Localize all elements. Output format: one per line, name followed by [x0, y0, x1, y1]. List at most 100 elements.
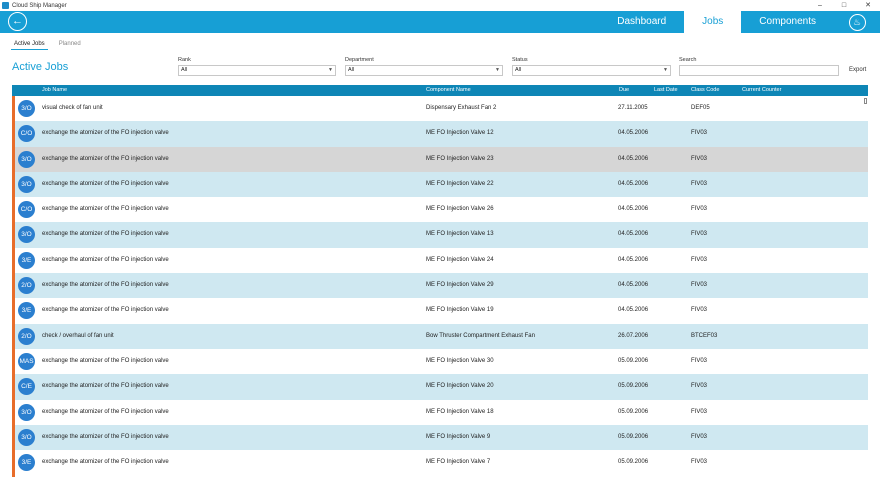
- component-name-cell: ME FO Injection Valve 7: [426, 459, 491, 466]
- rank-badge: MAS: [18, 352, 35, 370]
- col-job-name[interactable]: Job Name: [42, 87, 67, 93]
- table-row[interactable]: MAS exchange the atomizer of the FO injec…: [15, 349, 868, 374]
- col-class-code[interactable]: Class Code: [691, 87, 719, 93]
- nav-tabs: Dashboard Jobs Components ♨: [599, 11, 880, 33]
- minimize-icon[interactable]: –: [808, 0, 832, 11]
- component-name-cell: ME FO Injection Valve 24: [426, 256, 494, 263]
- due-cell: 05.09.2006: [618, 459, 649, 466]
- job-name-cell: exchange the atomizer of the FO injectio…: [42, 307, 169, 314]
- title-bar: Cloud Ship Manager – □ ✕: [0, 0, 880, 11]
- job-name-cell: exchange the atomizer of the FO injectio…: [42, 206, 169, 213]
- search-label: Search: [679, 57, 697, 63]
- col-component-name[interactable]: Component Name: [426, 87, 471, 93]
- due-cell: 04.05.2006: [618, 155, 649, 162]
- rank-badge: 3/O: [18, 428, 35, 446]
- class-code-cell: FIV03: [691, 231, 708, 238]
- col-current-counter[interactable]: Current Counter: [742, 87, 781, 93]
- due-cell: 27.11.2005: [618, 105, 648, 111]
- due-cell: 04.05.2006: [618, 256, 649, 263]
- status-filter: Status All ▼: [512, 57, 671, 76]
- due-cell: 04.05.2006: [618, 206, 649, 213]
- table-row[interactable]: 3/E exchange the atomizer of the FO injec…: [15, 248, 868, 273]
- search-input[interactable]: [679, 65, 839, 76]
- sub-tabs: Active Jobs Planned: [11, 41, 92, 50]
- department-select[interactable]: All ▼: [345, 65, 503, 76]
- tab-dashboard[interactable]: Dashboard: [599, 11, 684, 33]
- component-name-cell: ME FO Injection Valve 22: [426, 180, 494, 187]
- jobs-table: Job Name Component Name Due Last Date Cl…: [12, 85, 868, 477]
- table-row[interactable]: 3/O exchange the atomizer of the FO injec…: [15, 400, 868, 425]
- rank-badge: 3/E: [18, 302, 35, 320]
- component-name-cell: ME FO Injection Valve 12: [426, 130, 494, 137]
- due-cell: 05.09.2006: [618, 408, 649, 415]
- job-name-cell: exchange the atomizer of the FO injectio…: [42, 408, 169, 415]
- rank-badge: 3/O: [18, 175, 35, 193]
- subtab-planned[interactable]: Planned: [56, 41, 84, 50]
- back-button[interactable]: ←: [8, 12, 27, 31]
- job-name-cell: exchange the atomizer of the FO injectio…: [42, 231, 169, 238]
- class-code-cell: FIV03: [691, 282, 708, 289]
- job-name-cell: exchange the atomizer of the FO injectio…: [42, 130, 169, 137]
- arrow-left-icon: ←: [12, 15, 23, 27]
- close-icon[interactable]: ✕: [856, 0, 880, 11]
- export-button[interactable]: Export: [849, 67, 866, 73]
- table-row[interactable]: 3/O exchange the atomizer of the FO injec…: [15, 146, 868, 172]
- subtab-active-jobs[interactable]: Active Jobs: [11, 41, 48, 50]
- table-row[interactable]: C/E exchange the atomizer of the FO injec…: [15, 374, 868, 400]
- table-row[interactable]: 3/E exchange the atomizer of the FO injec…: [15, 298, 868, 323]
- job-name-cell: exchange the atomizer of the FO injectio…: [42, 256, 169, 263]
- class-code-cell: DEF05: [691, 105, 710, 111]
- app-icon: [2, 2, 9, 9]
- table-row[interactable]: C/O exchange the atomizer of the FO injec…: [15, 121, 868, 147]
- rank-value: All: [181, 67, 188, 73]
- due-cell: 05.09.2006: [618, 433, 649, 440]
- component-name-cell: ME FO Injection Valve 9: [426, 433, 491, 440]
- rank-label: Rank: [178, 57, 191, 63]
- class-code-cell: FIV03: [691, 459, 708, 466]
- class-code-cell: FIV03: [691, 383, 708, 390]
- tab-components[interactable]: Components: [741, 11, 834, 33]
- due-cell: 04.05.2006: [618, 231, 649, 238]
- job-name-cell: exchange the atomizer of the FO injectio…: [42, 282, 169, 289]
- notifications-button[interactable]: ♨: [834, 11, 880, 33]
- scrollbar[interactable]: [863, 96, 868, 477]
- component-name-cell: ME FO Injection Valve 19: [426, 307, 494, 314]
- class-code-cell: FIV03: [691, 180, 708, 187]
- table-row[interactable]: 2/O exchange the atomizer of the FO injec…: [15, 273, 868, 299]
- maximize-icon[interactable]: □: [832, 0, 856, 11]
- job-name-cell: exchange the atomizer of the FO injectio…: [42, 459, 169, 466]
- col-due[interactable]: Due: [619, 87, 629, 93]
- due-cell: 26.07.2006: [618, 332, 649, 339]
- job-name-cell: exchange the atomizer of the FO injectio…: [42, 155, 169, 162]
- table-row[interactable]: 3/E exchange the atomizer of the FO injec…: [15, 450, 868, 475]
- rank-badge: C/O: [18, 125, 35, 143]
- due-cell: 04.05.2006: [618, 307, 649, 314]
- status-select[interactable]: All ▼: [512, 65, 671, 76]
- component-name-cell: ME FO Injection Valve 20: [426, 383, 494, 390]
- rank-badge: C/O: [18, 201, 35, 219]
- due-cell: 04.05.2006: [618, 130, 649, 137]
- table-row[interactable]: C/O exchange the atomizer of the FO injec…: [15, 197, 868, 222]
- rank-badge: 3/E: [18, 454, 35, 472]
- component-name-cell: ME FO Injection Valve 30: [426, 357, 494, 364]
- table-row[interactable]: 2/O check / overhaul of fan unit Bow Thrus…: [15, 323, 868, 349]
- tab-jobs[interactable]: Jobs: [684, 11, 742, 33]
- rank-badge: 3/O: [18, 150, 35, 168]
- table-body: 3/O visual check of fan unit Dispensary Ex…: [12, 96, 868, 477]
- job-name-cell: exchange the atomizer of the FO injectio…: [42, 383, 169, 390]
- due-cell: 05.09.2006: [618, 357, 649, 364]
- due-cell: 04.05.2006: [618, 180, 649, 187]
- table-row[interactable]: 3/O exchange the atomizer of the FO injec…: [15, 424, 868, 451]
- window-title: Cloud Ship Manager: [12, 2, 67, 9]
- table-row[interactable]: 3/O exchange the atomizer of the FO injec…: [15, 222, 868, 248]
- rank-filter: Rank All ▼: [178, 57, 336, 76]
- table-row[interactable]: 3/O exchange the atomizer of the FO injec…: [15, 171, 868, 198]
- col-last-date[interactable]: Last Date: [654, 87, 678, 93]
- scroll-thumb[interactable]: [864, 98, 867, 104]
- component-name-cell: ME FO Injection Valve 29: [426, 282, 494, 289]
- table-row[interactable]: 3/O visual check of fan unit Dispensary Ex…: [15, 96, 868, 121]
- rank-badge: 3/O: [18, 226, 35, 244]
- rank-select[interactable]: All ▼: [178, 65, 336, 76]
- rank-badge: 3/O: [18, 100, 35, 117]
- job-name-cell: exchange the atomizer of the FO injectio…: [42, 433, 169, 440]
